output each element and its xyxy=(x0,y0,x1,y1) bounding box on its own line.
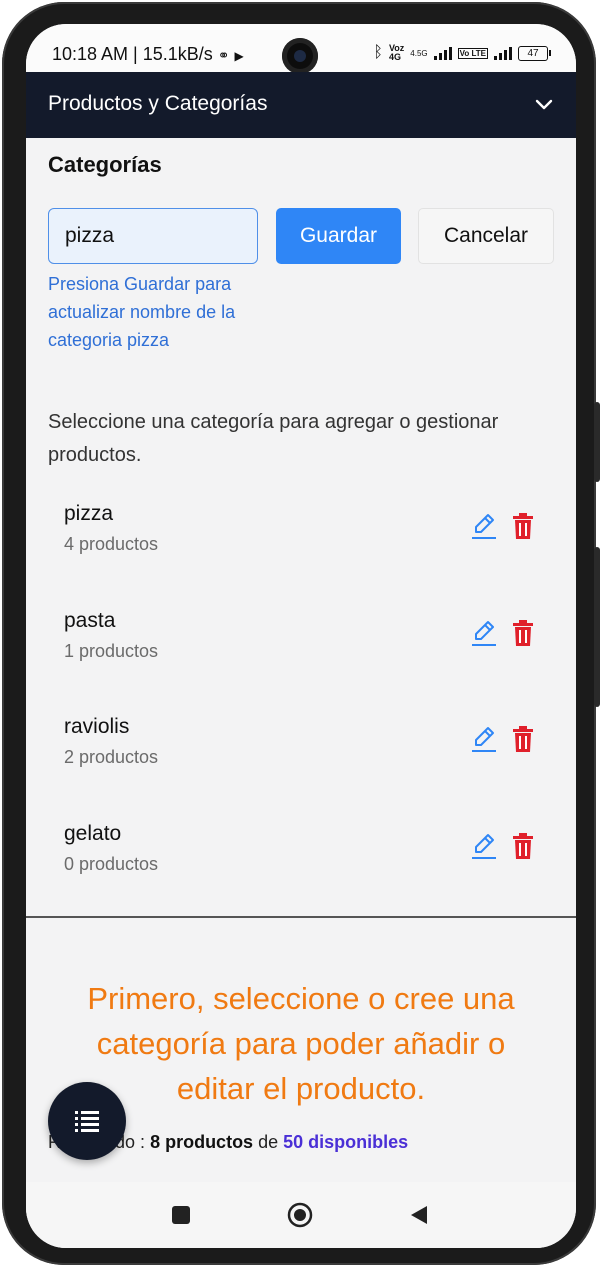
category-name: gelato xyxy=(64,822,122,845)
trash-icon[interactable] xyxy=(512,725,534,753)
category-name: raviolis xyxy=(64,715,130,738)
trash-icon[interactable] xyxy=(512,832,534,860)
summary-used: 8 productos xyxy=(150,1132,254,1152)
category-name: pasta xyxy=(64,609,116,632)
back-button[interactable] xyxy=(408,1204,430,1226)
list-menu-button[interactable] xyxy=(48,1082,126,1160)
category-count: 2 productos xyxy=(64,747,159,767)
battery-icon: 47 xyxy=(518,45,551,61)
category-row-gelato[interactable]: gelato 0 productos xyxy=(26,822,576,922)
app-bar: Productos y Categorías xyxy=(26,72,576,138)
play-icon: ▶ xyxy=(234,49,244,63)
volume-button xyxy=(594,402,600,482)
screen: 10:18 AM | 15.1kB/s ⚭ ▶ ᛒ Voz 4G 4.5G Vo … xyxy=(26,24,576,1248)
network-voz: Voz 4G xyxy=(388,43,405,62)
edit-icon[interactable] xyxy=(470,512,498,542)
recents-button[interactable] xyxy=(172,1206,190,1224)
status-time: 10:18 AM | 15.1kB/s ⚭ ▶ xyxy=(52,44,244,65)
system-nav-bar xyxy=(26,1182,576,1248)
chevron-down-icon[interactable] xyxy=(534,94,554,114)
bluetooth-icon: ᛒ xyxy=(373,44,383,61)
phone-frame: 10:18 AM | 15.1kB/s ⚭ ▶ ᛒ Voz 4G 4.5G Vo … xyxy=(2,2,600,1265)
time-speed-text: 10:18 AM | 15.1kB/s xyxy=(52,44,213,64)
section-divider xyxy=(26,916,576,918)
category-name: pizza xyxy=(64,502,114,525)
cancel-button[interactable]: Cancelar xyxy=(418,208,554,264)
category-name-input[interactable] xyxy=(48,208,258,264)
power-button xyxy=(594,547,600,707)
app-bar-title: Productos y Categorías xyxy=(48,92,268,115)
edit-icon[interactable] xyxy=(470,832,498,862)
edit-icon[interactable] xyxy=(470,619,498,649)
category-row-pizza[interactable]: pizza 4 productos xyxy=(26,502,576,602)
category-row-pasta[interactable]: pasta 1 productos xyxy=(26,609,576,709)
category-count: 0 productos xyxy=(64,854,159,874)
instructions-text: Seleccione una categoría para agregar o … xyxy=(48,411,499,466)
signal-icon-2 xyxy=(494,46,512,60)
volte-badge: Vo LTE xyxy=(457,47,488,59)
summary-available: 50 disponibles xyxy=(283,1132,409,1152)
save-button[interactable]: Guardar xyxy=(276,208,401,264)
edit-icon[interactable] xyxy=(470,725,498,755)
list-icon xyxy=(75,1111,99,1132)
front-camera xyxy=(282,38,318,74)
network-45g: 4.5G xyxy=(410,48,428,58)
category-count: 4 productos xyxy=(64,534,159,554)
signal-icon xyxy=(433,46,452,60)
status-icons: ᛒ Voz 4G 4.5G Vo LTE 47 xyxy=(373,43,551,62)
trash-icon[interactable] xyxy=(512,619,534,647)
category-count: 1 productos xyxy=(64,641,159,661)
summary-middle: de xyxy=(253,1132,284,1152)
categories-title: Categorías xyxy=(48,152,162,177)
status-bar: 10:18 AM | 15.1kB/s ⚭ ▶ ᛒ Voz 4G 4.5G Vo … xyxy=(26,24,576,74)
select-category-warning: Primero, seleccione o cree una categoría… xyxy=(87,981,515,1106)
voicemail-icon: ⚭ xyxy=(217,47,230,63)
trash-icon[interactable] xyxy=(512,512,534,540)
save-hint: Presiona Guardar para actualizar nombre … xyxy=(48,274,236,350)
category-row-raviolis[interactable]: raviolis 2 productos xyxy=(26,715,576,815)
home-button[interactable] xyxy=(287,1202,313,1228)
